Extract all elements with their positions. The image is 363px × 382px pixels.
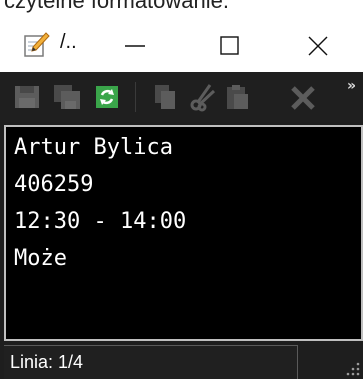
minimize-icon (125, 45, 145, 47)
save-icon (15, 86, 39, 108)
delete-button[interactable] (288, 82, 318, 112)
editor-area: Artur Bylica 406259 12:30 - 14:00 Może (0, 122, 363, 342)
text-editor[interactable]: Artur Bylica 406259 12:30 - 14:00 Może (4, 125, 363, 341)
editor-line: 406259 (14, 172, 94, 197)
close-icon (308, 36, 328, 56)
reload-icon (96, 86, 118, 108)
toolbar: » (0, 72, 363, 122)
save-as-icon (54, 85, 80, 109)
caption-text: czytelne formatowanie. (4, 0, 229, 13)
copy-icon (155, 85, 175, 109)
status-bar: Linia: 1/4 (0, 342, 363, 379)
maximize-button[interactable] (195, 20, 265, 72)
maximize-icon (220, 36, 239, 55)
resize-grip-icon[interactable] (338, 356, 362, 378)
toolbar-overflow-button[interactable]: » (347, 78, 356, 94)
paste-icon (227, 85, 248, 109)
editor-line: 12:30 - 14:00 (14, 209, 187, 234)
copy-button[interactable] (150, 82, 180, 112)
save-as-button[interactable] (52, 82, 82, 112)
minimize-button[interactable] (100, 20, 170, 72)
status-cell: Linia: 1/4 (4, 345, 298, 379)
editor-line: Może (14, 246, 67, 271)
cut-icon (190, 84, 216, 112)
window-title: /.. (60, 31, 77, 53)
reload-button[interactable] (92, 82, 122, 112)
save-button[interactable] (12, 82, 42, 112)
toolbar-separator (135, 82, 136, 112)
title-bar: /.. (0, 20, 363, 72)
cursor-position-text: Linia: 1/4 (10, 352, 84, 372)
delete-icon (291, 86, 315, 110)
editor-line: Artur Bylica (14, 135, 173, 160)
notepad-pencil-icon (22, 31, 50, 59)
paste-button[interactable] (222, 82, 252, 112)
close-button[interactable] (283, 20, 353, 72)
cut-button[interactable] (188, 82, 218, 112)
